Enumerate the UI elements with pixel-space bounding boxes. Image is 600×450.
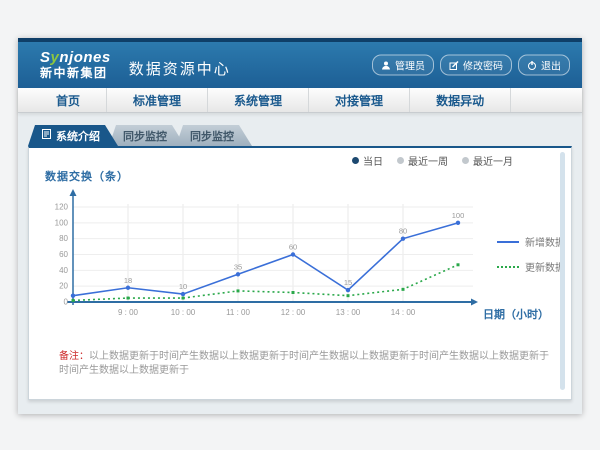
svg-text:60: 60 — [59, 250, 68, 259]
data-point — [402, 288, 405, 291]
footnote: 备注：以上数据更新于时间产生数据以上数据更新于时间产生数据以上数据更新于时间产生… — [59, 350, 549, 378]
x-axis-title: 日期（小时） — [483, 306, 549, 322]
svg-text:14 : 00: 14 : 00 — [391, 308, 416, 317]
legend-label: 新增数据 — [525, 234, 565, 249]
svg-text:120: 120 — [55, 203, 69, 212]
company-logo[interactable]: Synjones 新中新集团 — [40, 50, 111, 80]
legend-item-updated-data[interactable]: 更新数据 — [497, 259, 565, 274]
footnote-label: 备注： — [59, 351, 89, 362]
data-point-label: 80 — [399, 227, 407, 236]
svg-text:40: 40 — [59, 266, 68, 275]
document-icon — [42, 129, 51, 142]
data-point — [126, 286, 130, 290]
radio-dot-icon — [462, 157, 469, 164]
data-point-label: 18 — [124, 276, 132, 285]
range-label: 最近一周 — [408, 153, 448, 168]
tab-label: 系统介绍 — [56, 128, 100, 144]
data-point — [346, 288, 350, 292]
user-label: 管理员 — [395, 58, 425, 73]
main-nav: 首页 标准管理 系统管理 对接管理 数据异动 — [18, 88, 582, 113]
current-user-button[interactable]: 管理员 — [372, 55, 434, 76]
data-point — [347, 294, 350, 297]
chart-legend: 新增数据 更新数据 — [497, 234, 565, 274]
radio-dot-icon — [397, 157, 404, 164]
nav-item-data-change[interactable]: 数据异动 — [410, 88, 511, 112]
svg-text:0: 0 — [64, 298, 69, 307]
svg-text:20: 20 — [59, 282, 68, 291]
range-option-last-week[interactable]: 最近一周 — [397, 153, 448, 168]
panel-scrollbar[interactable] — [560, 152, 565, 390]
data-point — [181, 292, 185, 296]
desktop-background: Synjones 新中新集团 数据资源中心 管理员 修改密码 — [0, 0, 600, 450]
solid-line-swatch-icon — [497, 241, 519, 243]
user-actions: 管理员 修改密码 退出 — [372, 55, 570, 76]
footnote-text: 以上数据更新于时间产生数据以上数据更新于时间产生数据以上数据更新于时间产生数据以… — [59, 351, 549, 376]
data-point — [72, 299, 75, 302]
legend-label: 更新数据 — [525, 259, 565, 274]
nav-item-home[interactable]: 首页 — [30, 88, 107, 112]
data-point-label: 35 — [234, 262, 242, 271]
nav-item-interface-mgmt[interactable]: 对接管理 — [309, 88, 410, 112]
chart-panel: 当日 最近一周 最近一月 数据交换（条） 0 20 40 60 80 100 120 9 : … — [28, 146, 572, 400]
chart-grid — [73, 204, 473, 302]
data-point — [237, 289, 240, 292]
data-point — [291, 252, 295, 256]
data-point-label: 15 — [344, 278, 352, 287]
data-point-label: 60 — [289, 243, 297, 252]
data-point — [456, 221, 460, 225]
tab-label: 同步监控 — [123, 128, 167, 144]
data-point — [182, 297, 185, 300]
data-point — [457, 263, 460, 266]
user-icon — [381, 60, 391, 70]
logout-icon — [527, 60, 537, 70]
svg-text:9 : 00: 9 : 00 — [118, 308, 139, 317]
data-point — [401, 236, 405, 240]
change-password-label: 修改密码 — [463, 58, 503, 73]
svg-text:13 : 00: 13 : 00 — [336, 308, 361, 317]
data-point — [236, 272, 240, 276]
data-point — [292, 291, 295, 294]
data-point-label: 10 — [179, 282, 187, 291]
edit-icon — [449, 60, 459, 70]
tab-system-intro[interactable]: 系统介绍 — [28, 125, 118, 146]
dotted-line-swatch-icon — [497, 266, 519, 268]
logo-wordmark: Synjones — [40, 50, 111, 67]
chart-svg: 0 20 40 60 80 100 120 9 : 00 10 : 00 11 : 00 12 : … — [31, 184, 511, 329]
range-label: 当日 — [363, 153, 383, 168]
tab-bar: 系统介绍 同步监控 同步监控 — [28, 125, 252, 146]
svg-text:11 : 00: 11 : 00 — [226, 308, 250, 317]
tab-sync-monitor-1[interactable]: 同步监控 — [109, 125, 185, 146]
svg-text:12 : 00: 12 : 00 — [281, 308, 306, 317]
nav-item-standard-mgmt[interactable]: 标准管理 — [107, 88, 208, 112]
data-point-label: 100 — [452, 211, 465, 220]
radio-dot-icon — [352, 157, 359, 164]
legend-item-new-data[interactable]: 新增数据 — [497, 234, 565, 249]
change-password-button[interactable]: 修改密码 — [440, 55, 512, 76]
logout-label: 退出 — [541, 58, 561, 73]
tab-label: 同步监控 — [190, 128, 234, 144]
range-option-today[interactable]: 当日 — [352, 153, 383, 168]
tab-sync-monitor-2[interactable]: 同步监控 — [176, 125, 252, 146]
range-label: 最近一月 — [473, 153, 513, 168]
app-header: Synjones 新中新集团 数据资源中心 管理员 修改密码 — [18, 42, 582, 88]
nav-item-system-mgmt[interactable]: 系统管理 — [208, 88, 309, 112]
logout-button[interactable]: 退出 — [518, 55, 570, 76]
range-option-last-month[interactable]: 最近一月 — [462, 153, 513, 168]
logo-subtitle: 新中新集团 — [40, 67, 111, 80]
data-point — [127, 297, 130, 300]
y-axis-title: 数据交换（条） — [45, 168, 129, 184]
svg-text:10 : 00: 10 : 00 — [171, 308, 196, 317]
app-window: Synjones 新中新集团 数据资源中心 管理员 修改密码 — [18, 38, 582, 414]
chart-tick-labels: 0 20 40 60 80 100 120 9 : 00 10 : 00 11 : 00 12 : … — [55, 203, 416, 318]
svg-text:80: 80 — [59, 234, 68, 243]
svg-text:100: 100 — [55, 218, 69, 227]
data-point — [71, 293, 75, 297]
time-range-options: 当日 最近一周 最近一月 — [352, 153, 513, 168]
page-title: 数据资源中心 — [129, 52, 231, 79]
